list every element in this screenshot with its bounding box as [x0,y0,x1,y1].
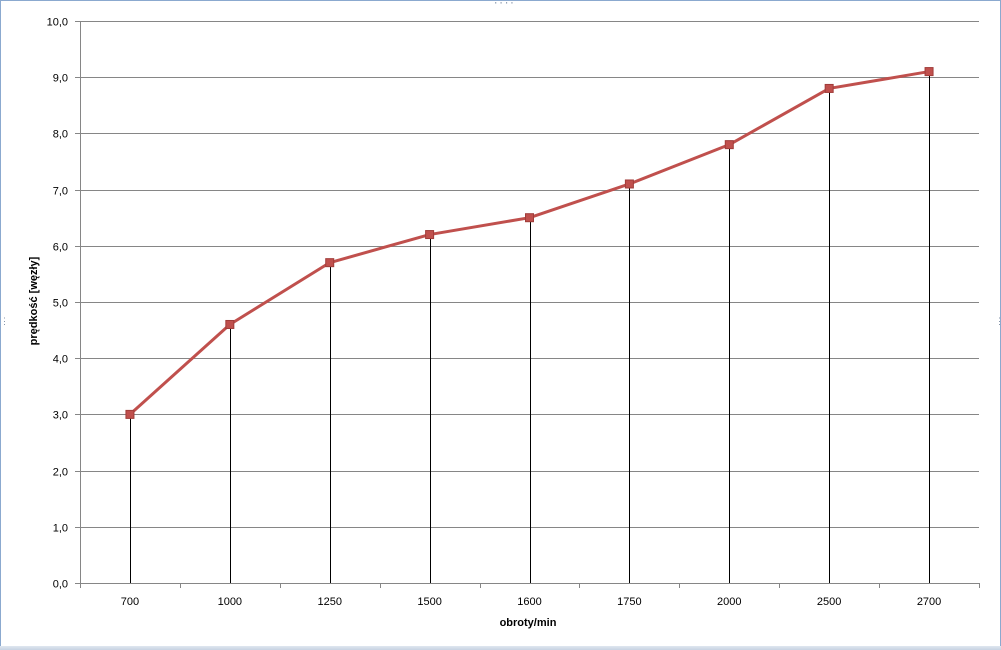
y-tick-label: 9,0 [53,73,68,85]
data-point-marker [724,140,734,150]
x-tick-label: 2700 [917,596,941,608]
y-tick-label: 6,0 [53,242,68,254]
sheet-tab-strip [0,646,1001,650]
data-point-marker [525,213,534,223]
x-tick-label: 1500 [417,596,441,608]
series-markers [125,67,934,419]
y-tick-label: 5,0 [53,298,68,310]
x-tick-label: 1600 [517,596,541,608]
y-tick-label: 0,0 [53,579,68,591]
x-tick-label: 2000 [717,596,741,608]
data-point-marker [325,258,335,268]
x-tick-label: 1250 [317,596,341,608]
x-axis-title: obroty/min [500,617,557,629]
x-tick-label: 700 [121,596,139,608]
data-point-marker [824,83,834,93]
y-tick-label: 2,0 [53,467,68,479]
x-axis: 700 1000 1250 1500 1600 1750 2000 2500 2700 [80,583,980,608]
drop-lines [130,71,930,583]
y-axis: 0,0 1,0 2,0 3,0 4,0 5,0 6,0 7,0 8,0 9,0 10,0 [47,17,81,591]
y-tick-label: 7,0 [53,186,68,198]
data-point-marker [125,409,135,419]
data-point-marker [225,319,235,329]
y-tick-label: 10,0 [47,17,68,29]
series-polyline [128,70,931,416]
data-point-marker [624,179,634,189]
y-axis-title: prędkość [węzły] [28,256,40,345]
data-point-marker [425,230,435,240]
x-tick-label: 1000 [218,596,242,608]
x-tick-label: 2500 [817,596,841,608]
gridlines [75,21,979,584]
data-point-marker [924,67,934,77]
y-tick-label: 4,0 [53,354,68,366]
y-tick-label: 3,0 [53,410,68,422]
y-tick-label: 1,0 [53,523,68,535]
y-tick-label: 8,0 [53,129,68,141]
x-tick-label: 1750 [617,596,641,608]
series-line [128,70,931,416]
line-chart[interactable]: 0,0 1,0 2,0 3,0 4,0 5,0 6,0 7,0 8,0 9,0 10,0 700 10… [0,0,1001,650]
